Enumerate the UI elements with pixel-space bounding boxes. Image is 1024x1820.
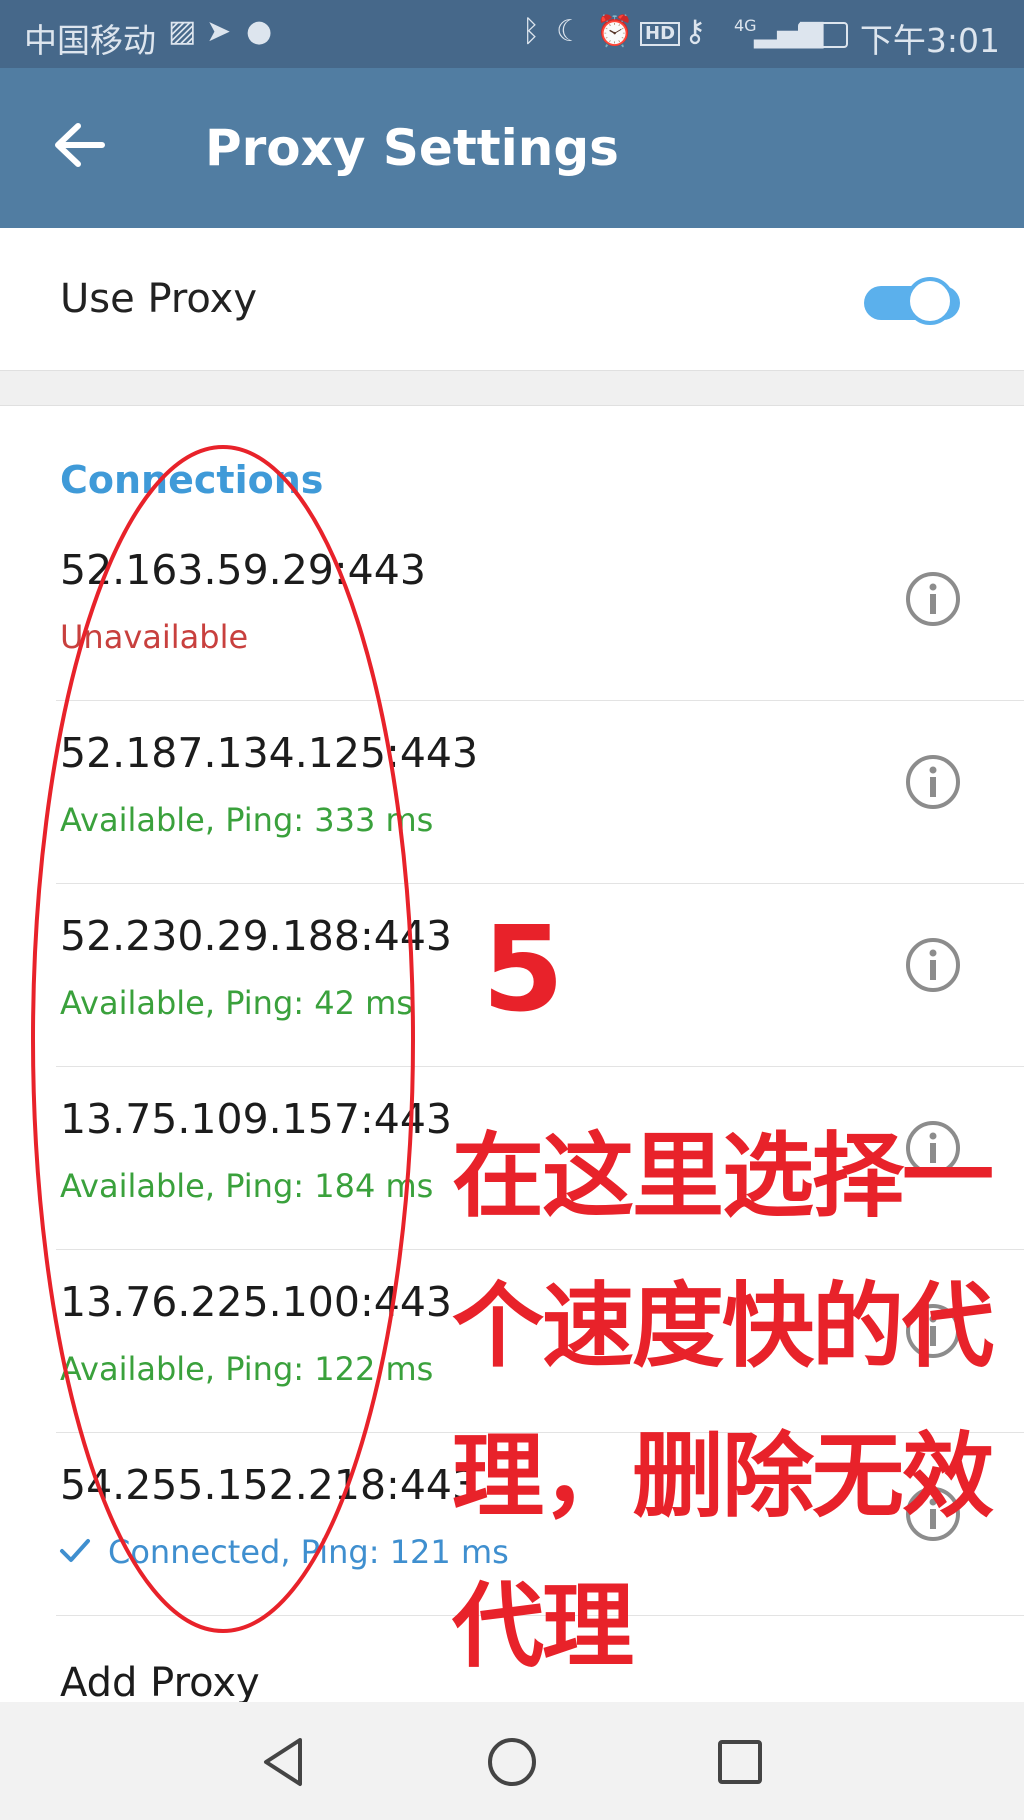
info-icon[interactable] — [904, 570, 962, 628]
page-title: Proxy Settings — [205, 119, 619, 177]
carrier-label: 中国移动 — [24, 21, 156, 60]
vpn-key-icon: ⚷ — [684, 14, 706, 49]
use-proxy-row[interactable]: Use Proxy — [0, 228, 1024, 370]
back-triangle-icon[interactable] — [254, 1732, 314, 1792]
annotation-text-line: 代理 — [452, 1573, 634, 1680]
clock: 下午3:01 — [859, 21, 1000, 60]
use-proxy-toggle[interactable] — [864, 274, 960, 330]
use-proxy-label: Use Proxy — [60, 276, 258, 322]
annotation-text-line: 在这里选择一 — [452, 1123, 994, 1230]
app-bar: Proxy Settings — [0, 68, 1024, 228]
hd-icon: HD — [640, 22, 681, 46]
moon-icon: ☾ — [556, 14, 583, 49]
annotation-text-line: 个速度快的代 — [452, 1273, 994, 1380]
toggle-knob — [906, 277, 954, 325]
message-icon: ● — [246, 14, 273, 49]
home-circle-icon[interactable] — [482, 1732, 542, 1792]
add-proxy-button[interactable]: Add Proxy — [60, 1660, 260, 1706]
annotation-text-line: 理，删除无效 — [452, 1423, 994, 1530]
arrow-left-icon[interactable] — [52, 118, 106, 172]
signal-strength-icon: ▨ — [168, 14, 197, 49]
bluetooth-icon: ᛒ — [522, 14, 540, 49]
info-icon[interactable] — [904, 753, 962, 811]
alarm-icon: ⏰ — [596, 14, 634, 49]
status-bar: 中国移动 ▨ ➤ ● ᛒ ☾ ⏰ HD ⚷ 4G ▂▄▆ 下午3:01 — [0, 0, 1024, 68]
annotation-step-number: 5 — [482, 900, 565, 1038]
recents-square-icon[interactable] — [710, 1732, 770, 1792]
info-icon[interactable] — [904, 936, 962, 994]
telegram-icon: ➤ — [206, 14, 232, 49]
annotation-ellipse — [31, 445, 415, 1633]
section-divider — [0, 370, 1024, 406]
navigation-bar — [0, 1702, 1024, 1820]
battery-icon — [798, 22, 848, 48]
